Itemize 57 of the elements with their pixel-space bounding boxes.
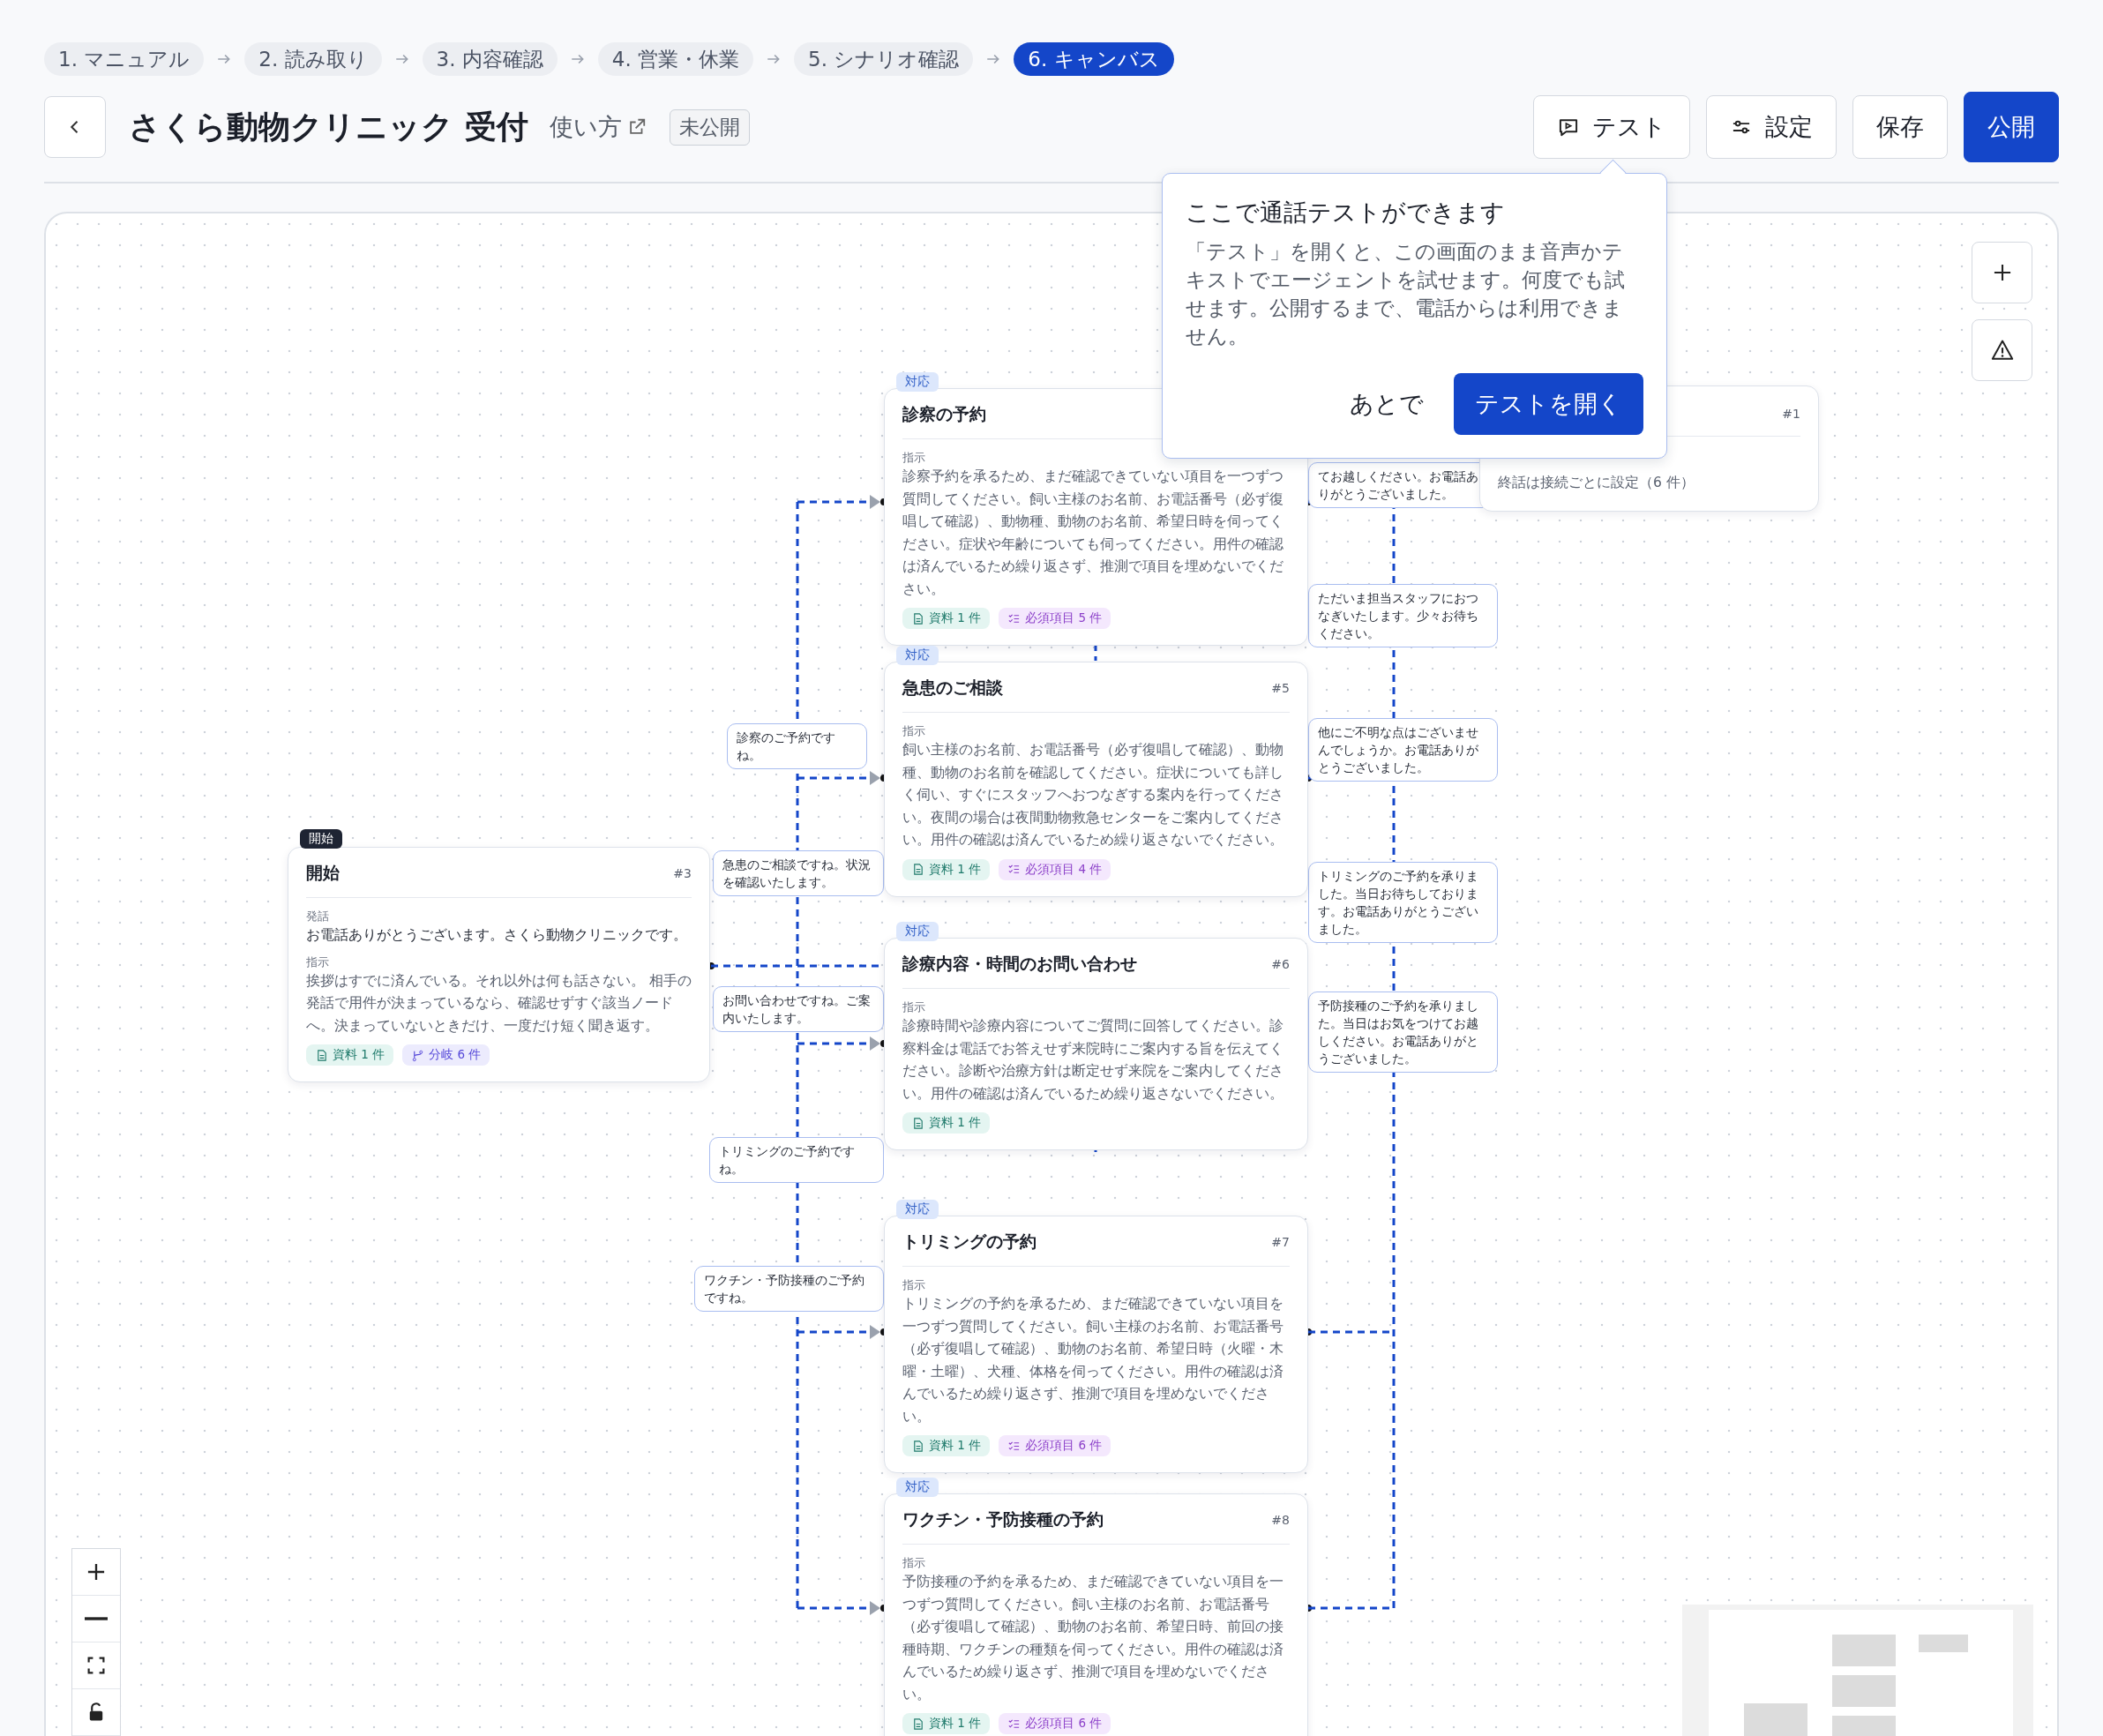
- edge-label: ただいま担当スタッフにおつなぎいたします。少々お待ちください。: [1308, 584, 1498, 647]
- section-label: 指示: [902, 450, 926, 466]
- section-label: 指示: [902, 1277, 926, 1293]
- node-number: #5: [1271, 681, 1290, 695]
- section-label: 指示: [902, 1555, 926, 1571]
- node-number: #8: [1271, 1513, 1290, 1527]
- node-number: #6: [1271, 957, 1290, 971]
- info-chip: 資料 1 件: [902, 1112, 991, 1134]
- node-title: 診療内容・時間のお問い合わせ: [902, 953, 1137, 975]
- popover-title: ここで通話テストができます: [1186, 198, 1506, 228]
- node-type-badge: 対応: [896, 1200, 939, 1219]
- node-text: 診察予約を承るため、まだ確認できていない項目を一つずつ質問してください。飼い主様のお名前、お電話番号（必ず復唱して確認）、動物種、動物のお名前、希望日時を伺ってください。症状や年齢についても伺ってください。用件の確認は済んでいるため繰り返さず、推測で項目を埋めないでください。: [902, 468, 1284, 599]
- node-number: #1: [1782, 407, 1800, 421]
- section-label: 指示: [902, 723, 926, 739]
- info-chip: 必須項目 6 件: [999, 1435, 1111, 1456]
- node-text: 挨拶はすでに済んでいる。それ以外は何も話さない。 相手の発話で用件が決まっているなら、確認せずすぐ該当ノードへ。決まっていないときだけ、一度だけ短く聞き返す。: [306, 971, 692, 1036]
- node-title: 急患のご相談: [902, 677, 1003, 699]
- section-label: 発話: [306, 909, 330, 924]
- info-chip: 資料 1 件: [902, 1435, 991, 1456]
- node-type-badge: 対応: [896, 1478, 939, 1497]
- edge-label: 予防接種のご予約を承りました。当日はお気をつけてお越しください。お電話ありがとうございました。: [1308, 991, 1498, 1073]
- info-chip: 資料 1 件: [902, 1713, 991, 1734]
- info-chip: 資料 1 件: [902, 858, 991, 880]
- node-text: お電話ありがとうございます。さくら動物クリニックです。: [306, 926, 688, 945]
- node-number: #3: [673, 866, 692, 880]
- node-number: #7: [1271, 1235, 1290, 1249]
- node-type-badge: 対応: [896, 372, 939, 392]
- page-title: さくら動物クリニック 受付: [129, 107, 528, 146]
- info-chip: 必須項目 5 件: [999, 608, 1111, 629]
- edge-label: 診察のご予約ですね。: [727, 723, 867, 769]
- node-text: 飼い主様のお名前、お電話番号（必ず復唱して確認）、動物種、動物のお名前を確認してください。症状についても詳しく伺い、すぐにスタッフへおつなぎする案内を行ってください。夜間の場合は夜間動物救急センターをご案内してください。用件の確認は済んでいるため繰り返さないでください。: [902, 741, 1284, 849]
- node-type-badge: 対応: [896, 922, 939, 941]
- section-label: 指示: [306, 954, 330, 970]
- node-type-badge: 開始: [300, 829, 342, 849]
- node-title: ワクチン・予防接種の予約: [902, 1508, 1104, 1530]
- node-text: トリミングの予約を承るため、まだ確認できていない項目を一つずつ質問してください。飼い主様のお名前、お電話番号（必ず復唱して確認）、動物のお名前、希望日時（火曜・木曜・土曜）、犬種、体格を伺ってください。用件の確認は済んでいるため繰り返さず、推測で項目を埋めないでください。: [902, 1295, 1284, 1426]
- node-title: トリミングの予約: [902, 1231, 1037, 1253]
- edge-label: トリミングのご予約ですね。: [709, 1137, 884, 1183]
- section-label: 指示: [902, 999, 926, 1015]
- node-title: 開始: [306, 862, 340, 884]
- info-chip: 資料 1 件: [306, 1044, 394, 1066]
- node-text: 終話は接続ごとに設定（6 件）: [1498, 474, 1695, 492]
- node-title: 診察の予約: [902, 403, 986, 425]
- info-chip: 必須項目 4 件: [999, 858, 1111, 880]
- node-text: 予防接種の予約を承るため、まだ確認できていない項目を一つずつ質問してください。飼い主様のお名前、お電話番号（必ず復唱して確認）、動物のお名前、希望日時、前回の接種時期、ワクチンの種類を伺ってください。用件の確認は済んでいるため繰り返さず、推測で項目を埋めないでください。: [902, 1573, 1284, 1704]
- info-chip: 資料 1 件: [902, 608, 991, 629]
- edge-label: ワクチン・予防接種のご予約ですね。: [694, 1266, 884, 1312]
- status-badge: 未公開: [669, 108, 750, 146]
- node-type-badge: 対応: [896, 646, 939, 665]
- edge-label: トリミングのご予約を承りました。当日お待ちしております。お電話ありがとうございました。: [1308, 862, 1498, 943]
- node-text: 診療時間や診療内容についてご質問に回答してください。診察料金は電話でお答えせず来院時にご案内する旨を伝えてください。診断や治療方針は断定せず来院をご案内してください。用件の確認は済んでいるため繰り返さないでください。: [902, 1017, 1284, 1104]
- edge-label: 他にご不明な点はございませんでしょうか。お電話ありがとうございました。: [1308, 718, 1498, 782]
- info-chip: 分岐 6 件: [402, 1044, 490, 1066]
- info-chip: 必須項目 6 件: [999, 1713, 1111, 1734]
- popover-text: 「テスト」を開くと、この画面のまま音声かテキストでエージェントを試せます。何度でも試せます。公開するまで、電話からは利用できません。: [1186, 239, 1626, 349]
- edge-label: 急患のご相談ですね。状況を確認いたします。: [713, 850, 884, 896]
- edge-label: お問い合わせですね。ご案内いたします。: [713, 986, 884, 1032]
